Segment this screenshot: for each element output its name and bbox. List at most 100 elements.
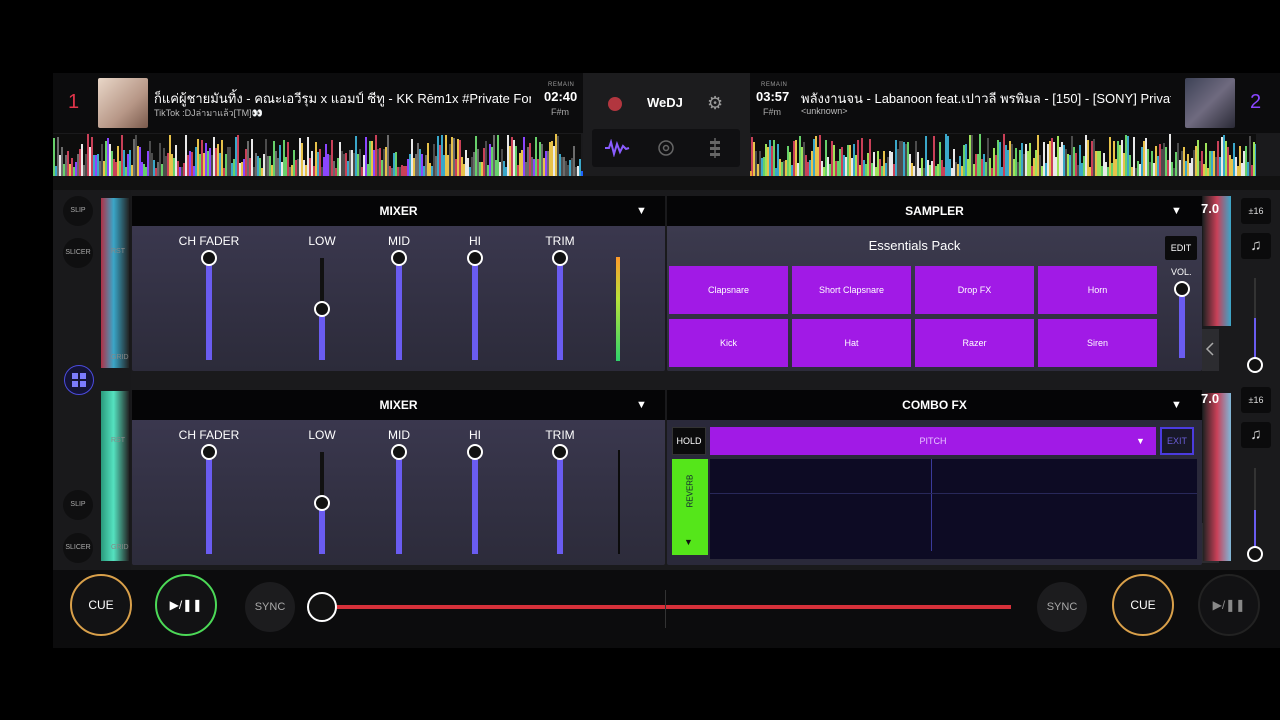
combo-fx-header[interactable]: COMBO FX ▼: [667, 390, 1202, 420]
crossfader-track[interactable]: [321, 605, 1011, 609]
slicer-button-top[interactable]: SLICER: [63, 238, 93, 268]
tempo-slider-fill-bottom: [1254, 510, 1256, 550]
pitch-range-button-bottom[interactable]: ±16: [1241, 387, 1271, 413]
crossfader-knob[interactable]: [307, 592, 337, 622]
sampler-vol-knob[interactable]: [1174, 281, 1190, 297]
sampler-pad-razer[interactable]: Razer: [915, 319, 1034, 367]
tempo-slider-knob-bottom[interactable]: [1247, 546, 1263, 562]
mixer-knob-mid-bottom[interactable]: [391, 444, 407, 460]
tempo-slider-knob-top[interactable]: [1247, 357, 1263, 373]
mixer-label-trim-bottom: TRIM: [545, 428, 575, 442]
sampler-pad-horn[interactable]: Horn: [1038, 266, 1157, 314]
rst-label-top[interactable]: RST: [111, 248, 125, 255]
grid-label-top[interactable]: GRID: [111, 354, 129, 361]
app-logo: WeDJ: [647, 95, 683, 110]
sampler-pad-short-clapsnare[interactable]: Short Clapsnare: [792, 266, 911, 314]
mixer-header-top[interactable]: MIXER ▼: [132, 196, 665, 226]
mixer-label-low-top: LOW: [308, 234, 336, 248]
chevron-down-icon[interactable]: ▼: [1171, 390, 1182, 420]
deck1-remain-label: REMAIN: [548, 82, 575, 88]
deck2-number: 2: [1250, 91, 1262, 113]
mixer-panel-top: MIXER ▼ CH FADER LOW MID HI TRIM: [132, 196, 665, 371]
slicer-button-bottom[interactable]: SLICER: [63, 533, 93, 563]
chevron-down-icon[interactable]: ▼: [1171, 196, 1182, 226]
level-meter-top: [616, 257, 620, 361]
chevron-down-icon: ▼: [684, 537, 693, 547]
sampler-pad-siren[interactable]: Siren: [1038, 319, 1157, 367]
deck1-sync-button[interactable]: SYNC: [245, 582, 295, 632]
deck1-bpm: 7.0: [1201, 201, 1220, 216]
mixer-knob-ch-fader-top[interactable]: [201, 250, 217, 266]
deck1-cue-button[interactable]: CUE: [70, 574, 132, 636]
deck2-sync-button[interactable]: SYNC: [1037, 582, 1087, 632]
mixer-knob-mid-top[interactable]: [391, 250, 407, 266]
mixer-label-hi-top: HI: [469, 234, 481, 248]
mixer-knob-hi-top[interactable]: [467, 250, 483, 266]
mixer-slider-fill-top: [472, 258, 478, 360]
chevron-down-icon[interactable]: ▼: [636, 196, 647, 226]
slip-button-top[interactable]: SLIP: [63, 196, 93, 226]
deck1-waveform[interactable]: [53, 134, 581, 176]
mixer-knob-low-top[interactable]: [314, 301, 330, 317]
pitch-range-button-top[interactable]: ±16: [1241, 198, 1271, 224]
view-mode-bar: [592, 129, 740, 167]
sampler-pad-drop-fx[interactable]: Drop FX: [915, 266, 1034, 314]
level-meter-bottom: [618, 450, 620, 554]
deck2-key: F#m: [763, 107, 781, 117]
mixer-knob-low-bottom[interactable]: [314, 495, 330, 511]
mixer-slider-fill-bottom: [472, 452, 478, 554]
mixer-label-trim-top: TRIM: [545, 234, 575, 248]
reverb-button[interactable]: REVERB ▼: [672, 459, 708, 555]
hold-button[interactable]: HOLD: [672, 427, 706, 455]
sampler-pad-kick[interactable]: Kick: [669, 319, 788, 367]
sampler-edit-button[interactable]: EDIT: [1165, 236, 1197, 260]
sampler-pack-name[interactable]: Essentials Pack: [667, 238, 1162, 253]
mixer-knob-hi-bottom[interactable]: [467, 444, 483, 460]
deck1-number: 1: [68, 91, 80, 113]
sampler-scroll-handle[interactable]: [1202, 329, 1219, 371]
grid-label-bottom[interactable]: GRID: [111, 544, 129, 551]
mixer-slider-fill-bottom: [396, 452, 402, 554]
key-lock-icon[interactable]: ♫: [1241, 422, 1271, 448]
deck2-cue-button[interactable]: CUE: [1112, 574, 1174, 636]
eq-mode-icon[interactable]: [708, 137, 722, 159]
slip-button-bottom[interactable]: SLIP: [63, 490, 93, 520]
mixer-title-bottom: MIXER: [379, 398, 418, 412]
deck1-play-button[interactable]: ▶/❚❚: [155, 574, 217, 636]
mixer-header-bottom[interactable]: MIXER ▼: [132, 390, 665, 420]
sampler-pad-clapsnare[interactable]: Clapsnare: [669, 266, 788, 314]
deck2-play-button[interactable]: ▶/❚❚: [1198, 574, 1260, 636]
deck2-bpm: 7.0: [1201, 391, 1220, 406]
deck2-right-waveform: [1203, 393, 1231, 561]
xy-horizontal-axis: [710, 493, 1197, 494]
mixer-knob-ch-fader-bottom[interactable]: [201, 444, 217, 460]
sampler-pad-hat[interactable]: Hat: [792, 319, 911, 367]
exit-button[interactable]: EXIT: [1160, 427, 1194, 455]
deck1-key: F#m: [551, 107, 569, 117]
deck2-remain-time: 03:57: [756, 89, 790, 104]
sampler-header[interactable]: SAMPLER ▼: [667, 196, 1202, 226]
mixer-label-low-bottom: LOW: [308, 428, 336, 442]
gear-icon[interactable]: ⚙: [707, 93, 723, 114]
grid-icon: [72, 373, 86, 387]
deck2-artwork[interactable]: [1185, 78, 1235, 128]
mixer-label-mid-bottom: MID: [388, 428, 410, 442]
mixer-knob-trim-top[interactable]: [552, 250, 568, 266]
fx-select[interactable]: PITCH ▼: [710, 427, 1156, 455]
combo-fx-panel: COMBO FX ▼ HOLD PITCH ▼ EXIT REVERB ▼: [667, 390, 1202, 565]
jog-mode-icon[interactable]: [658, 140, 674, 156]
deck1-remain-time: 02:40: [544, 89, 578, 104]
record-button[interactable]: [608, 97, 622, 111]
mixer-knob-trim-bottom[interactable]: [552, 444, 568, 460]
waveform-mode-icon[interactable]: [604, 139, 630, 157]
rst-label-bottom[interactable]: RST: [111, 437, 125, 444]
key-lock-icon[interactable]: ♫: [1241, 233, 1271, 259]
sampler-vol-label: VOL.: [1171, 267, 1192, 277]
deck1-artwork[interactable]: [98, 78, 148, 128]
grid-view-button[interactable]: [64, 365, 94, 395]
wedj-app: 1 ก็แค่ผู้ชายมันทิ้ง - คณะเอวีรุม x แอมป…: [53, 73, 1280, 648]
fx-xy-pad[interactable]: [710, 459, 1197, 559]
chevron-down-icon[interactable]: ▼: [636, 390, 647, 420]
deck2-waveform[interactable]: [751, 134, 1256, 176]
sampler-title: SAMPLER: [905, 204, 964, 218]
